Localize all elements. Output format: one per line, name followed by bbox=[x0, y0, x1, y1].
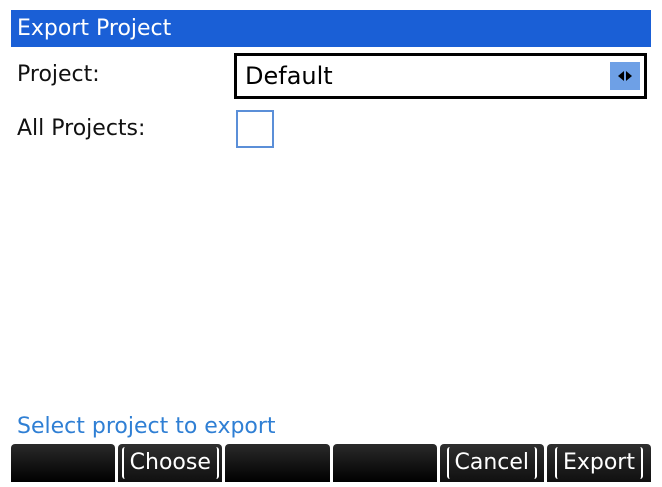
export-button-label: Export bbox=[554, 447, 643, 479]
softkey-1[interactable] bbox=[11, 444, 116, 482]
arrow-right-icon bbox=[626, 71, 632, 81]
choose-button-label: Choose bbox=[121, 447, 219, 479]
project-label: Project: bbox=[17, 62, 100, 87]
cancel-button[interactable]: Cancel bbox=[439, 444, 544, 482]
softkey-bar: Choose Cancel Export bbox=[11, 444, 651, 482]
arrow-left-icon bbox=[618, 71, 624, 81]
export-project-dialog: Export Project Project: Default All Proj… bbox=[11, 10, 651, 482]
status-message: Select project to export bbox=[17, 414, 276, 439]
choose-button[interactable]: Choose bbox=[118, 444, 223, 482]
all-projects-checkbox[interactable] bbox=[236, 110, 274, 148]
cancel-button-label: Cancel bbox=[446, 447, 538, 479]
all-projects-label: All Projects: bbox=[17, 116, 146, 141]
project-select[interactable]: Default bbox=[234, 53, 647, 99]
project-select-value: Default bbox=[245, 62, 333, 90]
dialog-title: Export Project bbox=[11, 10, 651, 47]
softkey-4[interactable] bbox=[332, 444, 437, 482]
softkey-3[interactable] bbox=[225, 444, 330, 482]
left-right-arrows-icon[interactable] bbox=[610, 62, 640, 90]
export-button[interactable]: Export bbox=[546, 444, 651, 482]
